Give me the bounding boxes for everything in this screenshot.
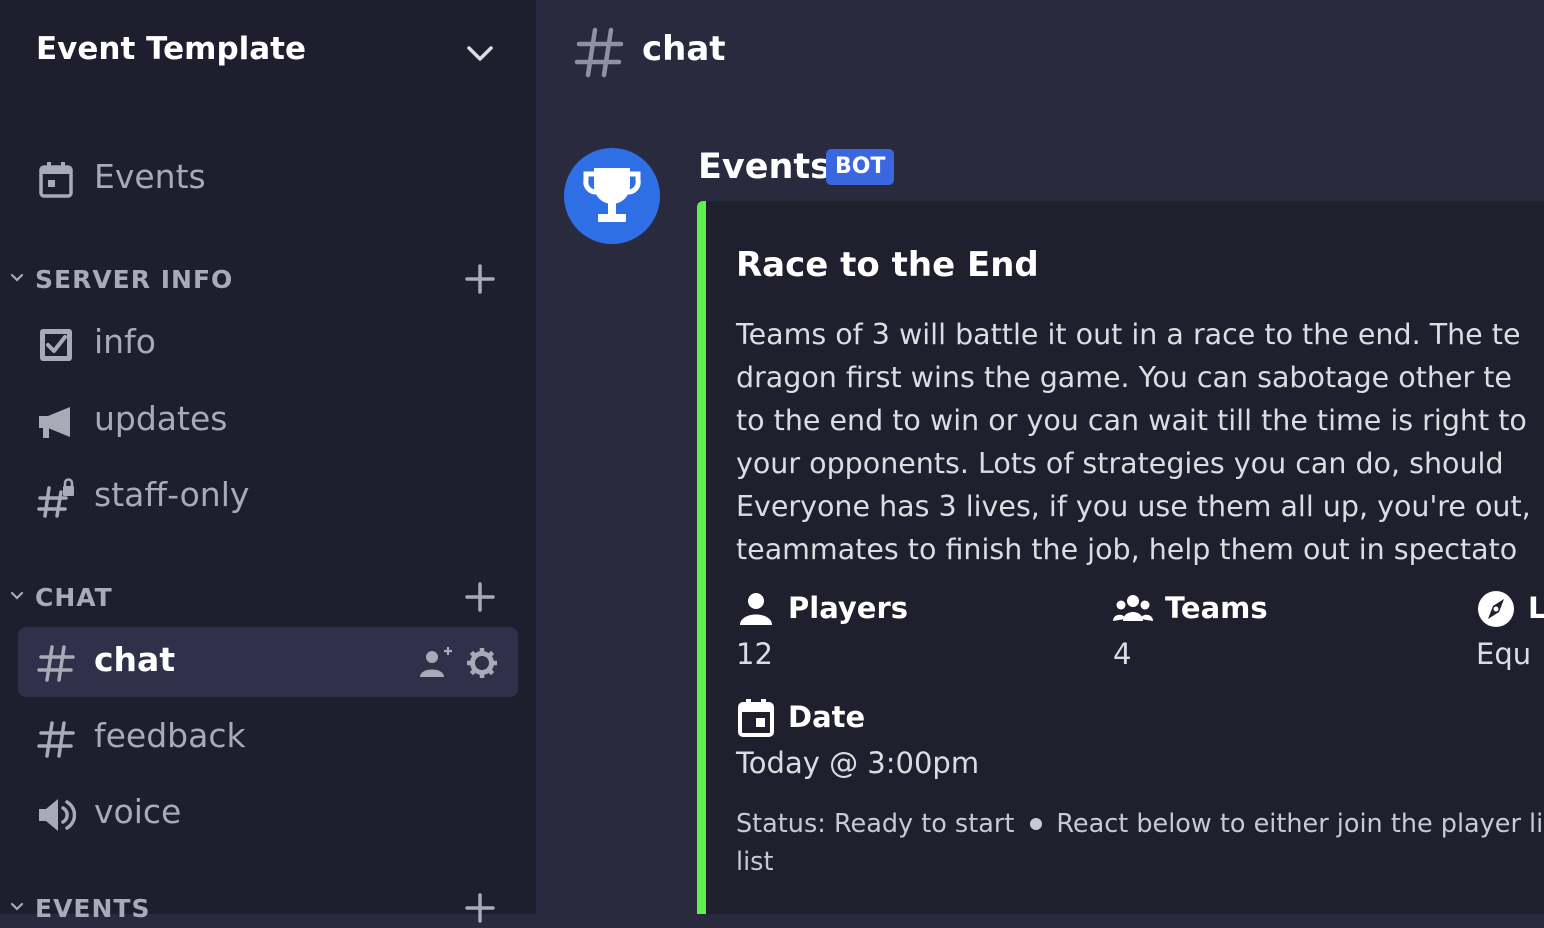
chevron-down-icon — [10, 902, 24, 911]
sidebar-item-label: info — [94, 322, 156, 361]
sidebar-item-label: Events — [94, 157, 206, 196]
description-line: dragon first wins the game. You can sabo… — [736, 361, 1512, 394]
field-value: Today @ 3:00pm — [736, 746, 980, 780]
compass-icon — [1478, 591, 1514, 627]
embed-footer: Status: Ready to start React below to eit… — [736, 805, 1544, 881]
embed-title: Race to the End — [736, 245, 1039, 285]
sidebar-item-label: staff-only — [94, 475, 250, 514]
embed-description: Teams of 3 will battle it out in a race … — [736, 313, 1544, 571]
category-label: EVENTS — [35, 894, 151, 923]
sidebar-item-label: chat — [94, 640, 176, 679]
channel-sidebar: Event Template Events SERVER INFO info u… — [0, 0, 536, 923]
locked-hash-icon — [37, 478, 74, 518]
avatar[interactable] — [564, 148, 660, 244]
category-label: SERVER INFO — [35, 265, 234, 294]
channel-title: chat — [642, 29, 726, 69]
description-line: Everyone has 3 lives, if you use them al… — [736, 490, 1531, 523]
field-name: Teams — [1165, 591, 1268, 625]
sidebar-item-chat[interactable]: chat — [18, 627, 518, 697]
rules-checkbox-icon — [40, 329, 72, 361]
footer-line: Status: Ready to start React below to eit… — [736, 805, 1544, 843]
category-events[interactable]: EVENTS — [0, 888, 536, 928]
field-name: Players — [788, 591, 909, 625]
calendar-icon — [39, 162, 73, 198]
bot-badge: BOT — [826, 149, 895, 185]
sidebar-item-events[interactable]: Events — [18, 144, 518, 214]
event-embed: Race to the End Teams of 3 will battle i… — [697, 201, 1544, 914]
plus-icon[interactable] — [462, 579, 498, 615]
plus-icon[interactable] — [462, 890, 498, 926]
category-server-info[interactable]: SERVER INFO — [0, 259, 536, 299]
description-line: to the end to win or you can wait till t… — [736, 404, 1527, 437]
plus-icon[interactable] — [462, 261, 498, 297]
chevron-down-icon — [10, 591, 24, 600]
sidebar-item-label: voice — [94, 792, 182, 831]
embed-accent-bar — [697, 201, 706, 914]
calendar-icon — [738, 699, 774, 737]
users-icon — [1113, 595, 1153, 621]
category-label: CHAT — [35, 583, 113, 612]
sidebar-item-info[interactable]: info — [18, 309, 518, 379]
server-name: Event Template — [36, 31, 307, 67]
footer-line: list — [736, 847, 774, 877]
chevron-down-icon[interactable] — [462, 36, 498, 72]
sidebar-item-label: feedback — [94, 716, 246, 755]
field-value: 12 — [736, 637, 773, 671]
hash-icon — [37, 645, 75, 682]
footer-status: Status: Ready to start — [736, 809, 1015, 839]
description-line: teammates to finish the job, help them o… — [736, 533, 1518, 566]
sidebar-item-label: updates — [94, 399, 228, 438]
sidebar-item-staff-only[interactable]: staff-only — [18, 462, 518, 532]
field-value: 4 — [1113, 637, 1132, 671]
sidebar-item-feedback[interactable]: feedback — [18, 703, 518, 773]
megaphone-icon — [39, 407, 70, 438]
bullet-separator — [1030, 817, 1043, 830]
chevron-down-icon — [10, 273, 24, 282]
user-icon — [740, 593, 772, 625]
message-author[interactable]: Events — [698, 147, 831, 187]
trophy-icon — [583, 168, 641, 222]
chat-area: chat Events BOT Race to the End Teams of… — [536, 0, 1544, 914]
description-line: Teams of 3 will battle it out in a race … — [736, 318, 1521, 351]
field-name: Date — [788, 700, 866, 734]
field-name: L — [1528, 591, 1544, 625]
speaker-icon — [39, 799, 76, 831]
footer-instruction: React below to either join the player li — [1056, 809, 1544, 839]
server-header[interactable]: Event Template — [0, 0, 536, 104]
add-member-icon[interactable] — [418, 645, 454, 679]
description-line: your opponents. Lots of strategies you c… — [736, 447, 1504, 480]
category-chat[interactable]: CHAT — [0, 577, 536, 617]
gear-icon[interactable] — [464, 645, 500, 679]
field-value: Equ — [1476, 637, 1532, 671]
hash-icon — [37, 721, 75, 758]
hash-icon — [574, 27, 624, 78]
sidebar-item-updates[interactable]: updates — [18, 386, 518, 456]
sidebar-item-voice[interactable]: voice — [18, 779, 518, 849]
